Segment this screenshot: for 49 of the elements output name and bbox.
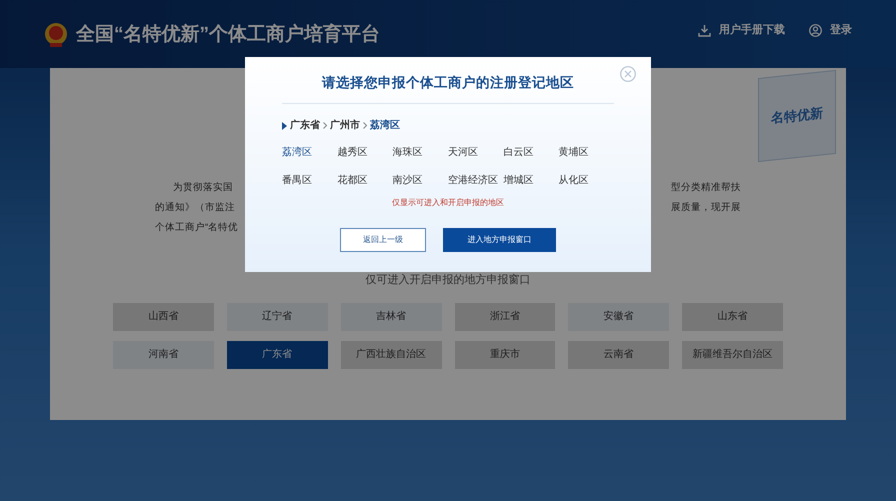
dialog-title: 请选择您申报个体工商户的注册登记地区 [320, 74, 575, 92]
breadcrumb-link[interactable]: 荔湾区 [370, 118, 400, 133]
breadcrumb-link[interactable]: 广东省 [290, 118, 320, 133]
district-link[interactable]: 南沙区 [392, 173, 448, 188]
chevron-icon [363, 122, 367, 129]
district-link[interactable]: 花都区 [337, 173, 393, 188]
province-button[interactable]: 吉林省 [340, 302, 442, 330]
login-link[interactable]: 登录 [809, 22, 852, 38]
district-link[interactable]: 空港经济区 [448, 173, 504, 188]
close-icon [620, 66, 636, 82]
province-button[interactable]: 山西省 [113, 302, 214, 330]
back-button[interactable]: 返回上一级 [340, 228, 426, 252]
illustration-label: 名特优新 [771, 104, 823, 128]
province-button[interactable]: 浙江省 [454, 302, 556, 330]
chevron-icon [323, 122, 327, 129]
province-button[interactable]: 山东省 [682, 302, 783, 330]
close-button[interactable] [620, 66, 636, 82]
enter-button[interactable]: 进入地方申报窗口 [443, 228, 556, 252]
intro-text: 为贯彻落实国 [172, 181, 233, 195]
hint-text: 仅可进入开启申报的地方申报窗口 [364, 272, 532, 288]
district-link[interactable]: 越秀区 [337, 145, 393, 160]
province-button[interactable]: 辽宁省 [226, 302, 328, 330]
province-button[interactable]: 云南省 [568, 340, 670, 368]
emblem-icon [44, 22, 68, 48]
province-button[interactable]: 安徽省 [568, 302, 670, 330]
district-link[interactable]: 白云区 [503, 145, 559, 160]
province-button[interactable]: 重庆市 [454, 340, 556, 368]
district-link[interactable]: 天河区 [448, 145, 504, 160]
district-link[interactable]: 番禺区 [282, 173, 338, 188]
user-icon [809, 24, 822, 37]
manual-download-link[interactable]: 用户手册下载 [698, 22, 785, 38]
district-link[interactable]: 海珠区 [392, 145, 448, 160]
province-button[interactable]: 广东省 [226, 340, 328, 368]
district-link[interactable]: 黄埔区 [558, 145, 614, 160]
notice-text: 仅显示可进入和开启申报的地区 [391, 197, 505, 209]
intro-text: 型分类精准帮扶 [671, 181, 741, 195]
intro-text: 个体工商户“名特优 [155, 221, 238, 235]
site-title: 全国“名特优新”个体工商户培育平台 [76, 22, 380, 47]
triangle-icon [282, 122, 287, 130]
province-button[interactable]: 新疆维吾尔自治区 [682, 340, 783, 368]
download-icon [698, 24, 711, 37]
district-link[interactable]: 荔湾区 [282, 145, 338, 160]
province-button[interactable]: 河南省 [113, 340, 214, 368]
district-link[interactable]: 增城区 [503, 173, 559, 188]
intro-text: 的通知》（市监注 [155, 201, 235, 215]
breadcrumb-link[interactable]: 广州市 [330, 118, 360, 133]
district-link[interactable]: 从化区 [558, 173, 614, 188]
intro-text: 展质量，现开展 [671, 201, 741, 215]
province-button[interactable]: 广西壮族自治区 [340, 340, 442, 368]
